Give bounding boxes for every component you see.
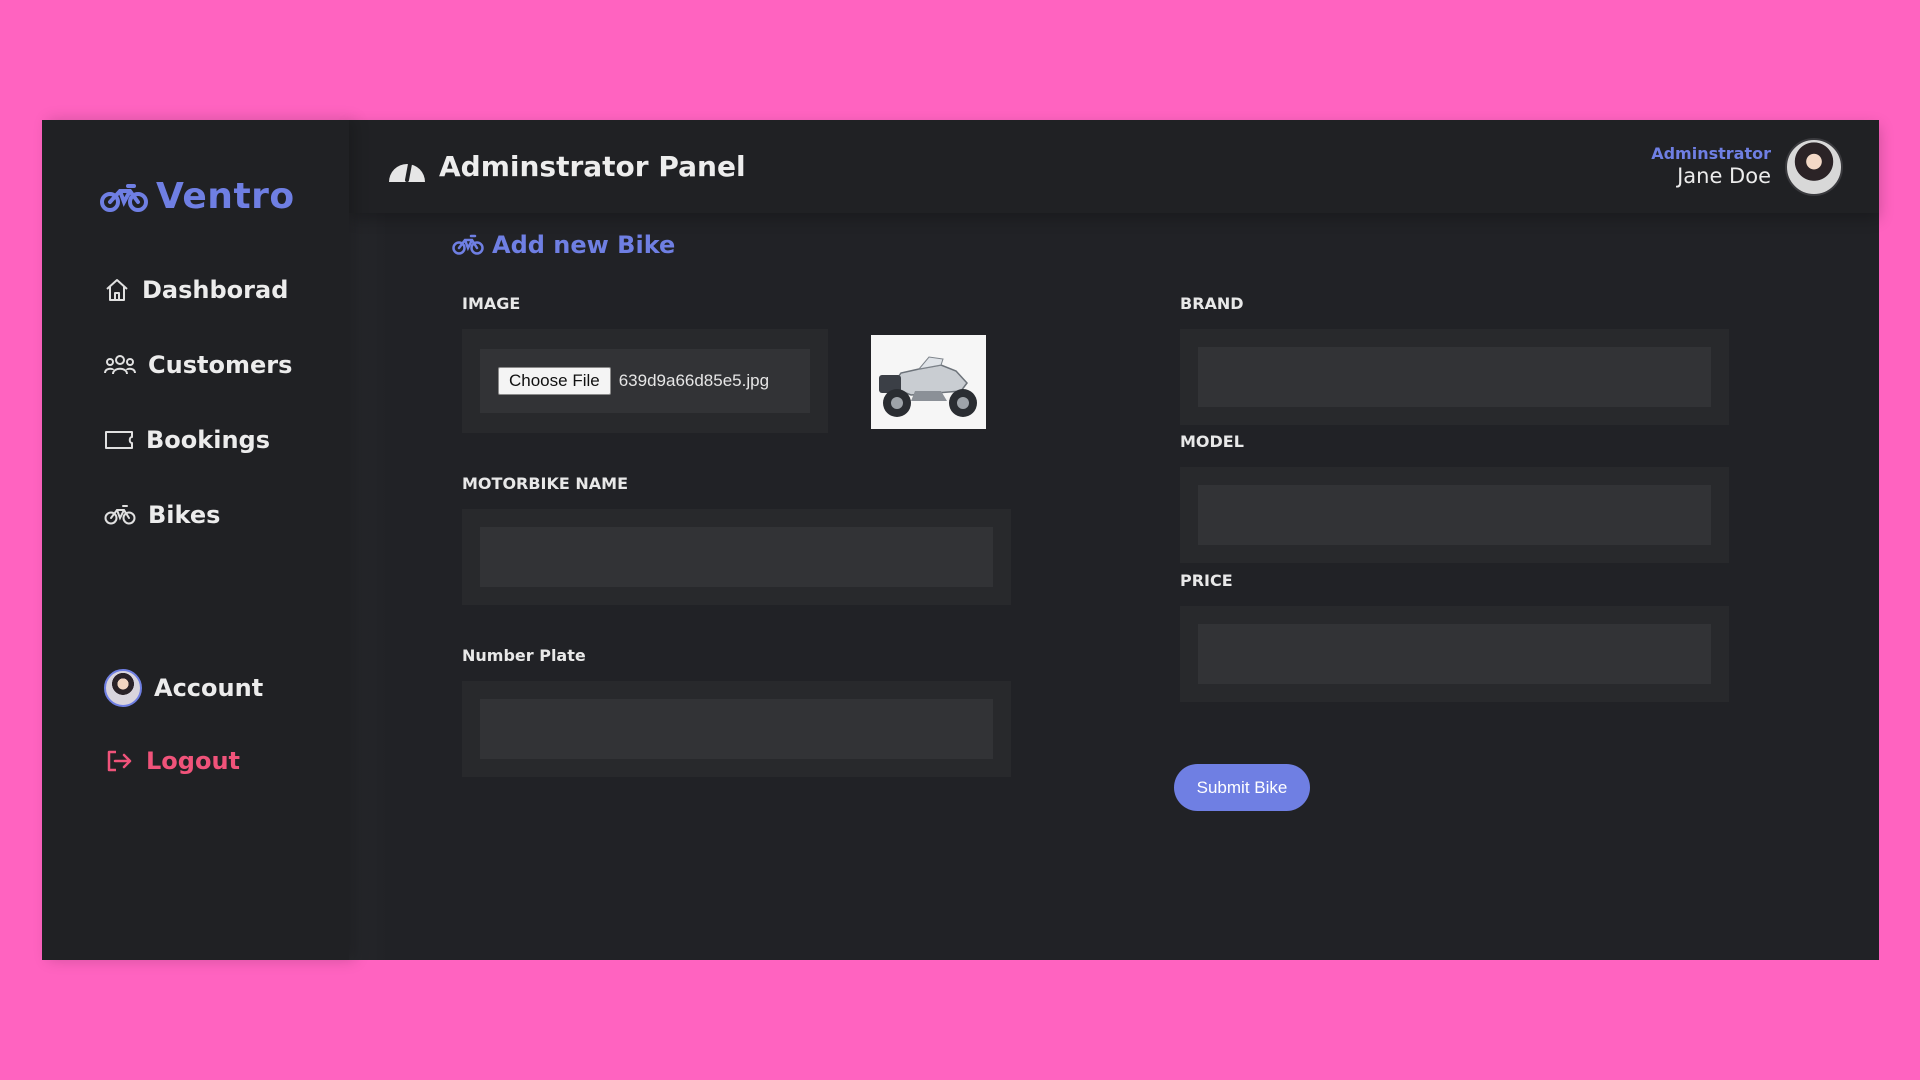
ticket-icon (104, 428, 134, 452)
image-field: Choose File 639d9a66d85e5.jpg (462, 329, 828, 433)
sidebar-item-label: Customers (148, 350, 293, 379)
model-label: MODEL (1180, 432, 1244, 451)
file-input[interactable]: Choose File 639d9a66d85e5.jpg (480, 349, 810, 413)
brand-label: BRAND (1180, 294, 1244, 313)
user-name: Jane Doe (1677, 163, 1771, 188)
topbar: Adminstrator Panel Adminstrator Jane Doe (349, 120, 1879, 213)
motorbike-name-input[interactable] (480, 527, 993, 587)
brand-logo[interactable]: Ventro (100, 176, 295, 217)
motorbike-icon (100, 181, 148, 213)
number-plate-field (462, 681, 1011, 777)
main-content: Adminstrator Panel Adminstrator Jane Doe (349, 120, 1879, 960)
users-icon (104, 352, 136, 378)
brand-name: Ventro (156, 176, 295, 217)
sidebar-item-label: Bookings (146, 425, 271, 454)
sidebar-item-dashboard[interactable]: Dashborad (104, 272, 292, 307)
logout-icon (104, 748, 134, 774)
home-icon (104, 277, 130, 303)
price-label: PRICE (1180, 571, 1233, 590)
image-label: IMAGE (462, 294, 521, 313)
user-info: Adminstrator Jane Doe (1651, 144, 1771, 188)
motorbike-name-label: MOTORBIKE NAME (462, 474, 629, 493)
user-role: Adminstrator (1651, 144, 1771, 164)
number-plate-input[interactable] (480, 699, 993, 759)
form-title-text: Add new Bike (492, 231, 676, 259)
choose-file-button[interactable]: Choose File (498, 367, 611, 395)
sidebar-item-customers[interactable]: Customers (104, 347, 292, 382)
avatar (104, 668, 142, 707)
sidebar-item-label: Dashborad (142, 275, 289, 304)
motorbike-name-field (462, 509, 1011, 605)
speedometer-icon (385, 150, 429, 184)
sidebar-item-label: Bikes (148, 500, 221, 529)
sidebar-item-label: Account (154, 673, 264, 702)
add-bike-form: Add new Bike IMAGE Choose File 639d9a66d… (349, 213, 1879, 960)
number-plate-label: Number Plate (462, 646, 586, 665)
model-field (1180, 467, 1729, 563)
sidebar-bottom: Account Logout (104, 668, 264, 778)
sidebar-item-bikes[interactable]: Bikes (104, 497, 292, 532)
sidebar-item-label: Logout (146, 746, 241, 775)
price-input[interactable] (1198, 624, 1711, 684)
page-title: Adminstrator Panel (385, 150, 746, 184)
motorbike-icon (452, 234, 484, 256)
price-field (1180, 606, 1729, 702)
page-title-text: Adminstrator Panel (439, 150, 746, 183)
sidebar-item-bookings[interactable]: Bookings (104, 422, 292, 457)
sidebar-nav: Dashborad Customers Bookings Bikes (104, 272, 292, 532)
form-title: Add new Bike (452, 231, 675, 259)
submit-bike-button[interactable]: Submit Bike (1174, 764, 1310, 811)
sidebar-item-logout[interactable]: Logout (104, 743, 263, 778)
brand-field (1180, 329, 1729, 425)
sidebar: Ventro Dashborad Customers Bookings Bike… (42, 120, 349, 960)
brand-input[interactable] (1198, 347, 1711, 407)
avatar[interactable] (1785, 137, 1843, 196)
file-name: 639d9a66d85e5.jpg (618, 371, 770, 390)
sidebar-item-account[interactable]: Account (104, 668, 264, 707)
bike-image-preview (871, 335, 986, 429)
app-window: Ventro Dashborad Customers Bookings Bike… (42, 120, 1879, 960)
model-input[interactable] (1198, 485, 1711, 545)
user-menu[interactable]: Adminstrator Jane Doe (1651, 137, 1843, 196)
motorbike-icon (104, 504, 136, 526)
